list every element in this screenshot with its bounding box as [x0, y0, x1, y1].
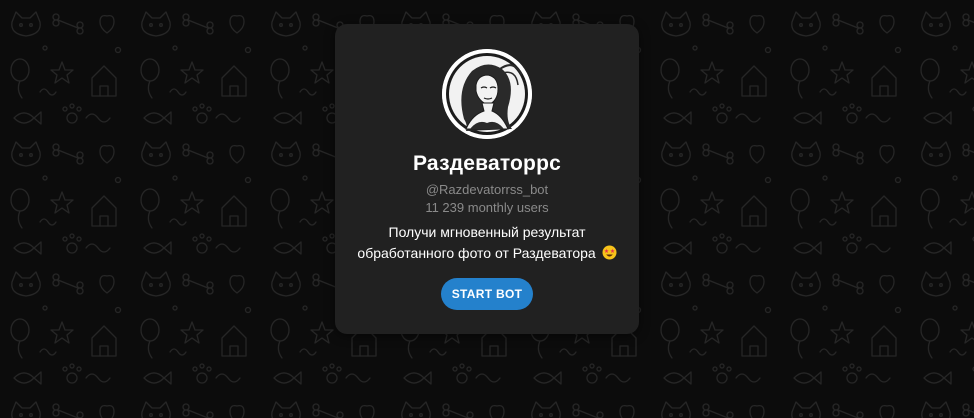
bot-description-text: Получи мгновенный результат обработанног…: [357, 224, 596, 261]
monthly-users-count: 11 239 monthly users: [425, 200, 549, 215]
bot-avatar: [442, 49, 532, 139]
bot-profile-card: Раздеваторрс @Razdevatorrss_bot 11 239 m…: [335, 24, 639, 334]
bot-name: Раздеваторрс: [413, 152, 561, 175]
start-bot-button[interactable]: START BOT: [441, 278, 533, 310]
star-struck-emoji-icon: [602, 245, 617, 260]
bot-username: @Razdevatorrss_bot: [425, 182, 549, 197]
bot-description: Получи мгновенный результат обработанног…: [347, 222, 627, 264]
